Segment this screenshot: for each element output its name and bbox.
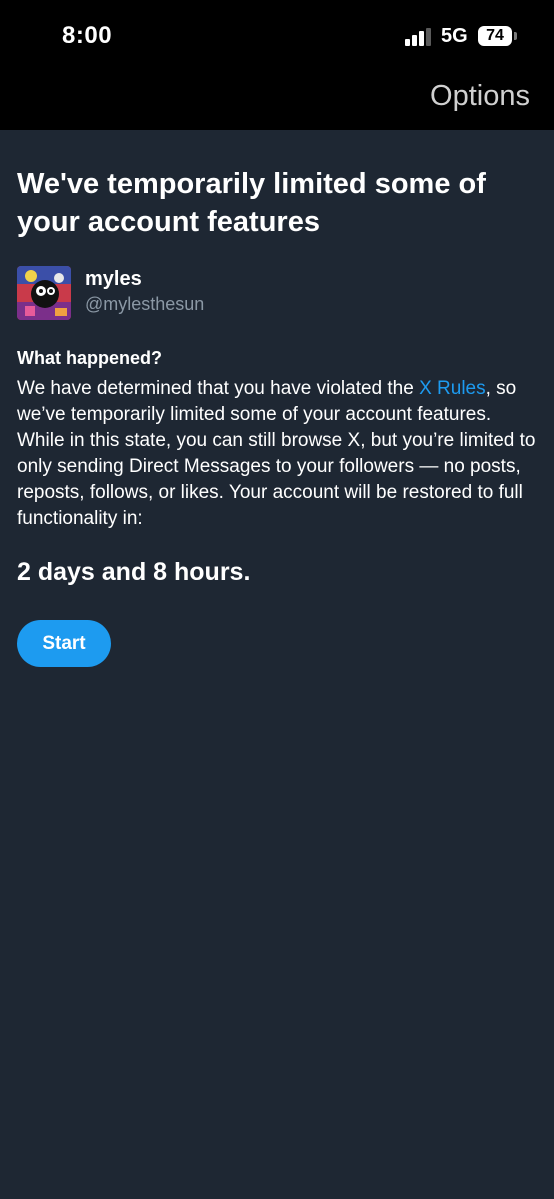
status-time: 8:00	[62, 22, 113, 49]
signal-icon	[405, 28, 431, 46]
battery-cap	[514, 32, 517, 40]
network-type: 5G	[441, 25, 468, 47]
avatar-image	[17, 266, 71, 320]
section-heading: What happened?	[17, 348, 162, 368]
start-button[interactable]: Start	[17, 620, 111, 667]
status-bar: 8:00 5G 74	[0, 0, 554, 74]
nav-bar: Options	[0, 74, 554, 130]
explanation-text: We have determined that you have violate…	[17, 376, 542, 532]
page-title: We've temporarily limited some of your a…	[17, 168, 486, 238]
user-handle: @mylesthesun	[85, 294, 205, 314]
options-button[interactable]: Options	[430, 80, 530, 113]
avatar	[17, 266, 71, 320]
explanation-text-start: We have determined that you have violate…	[17, 378, 420, 399]
user-display-name: myles	[85, 268, 142, 290]
restriction-duration: 2 days and 8 hours.	[17, 558, 251, 586]
explanation-text-end: , so we’ve temporarily limited some of y…	[17, 378, 536, 529]
battery-level: 74	[478, 26, 512, 46]
battery-icon: 74	[478, 26, 518, 48]
x-rules-link[interactable]: X Rules	[419, 378, 486, 399]
